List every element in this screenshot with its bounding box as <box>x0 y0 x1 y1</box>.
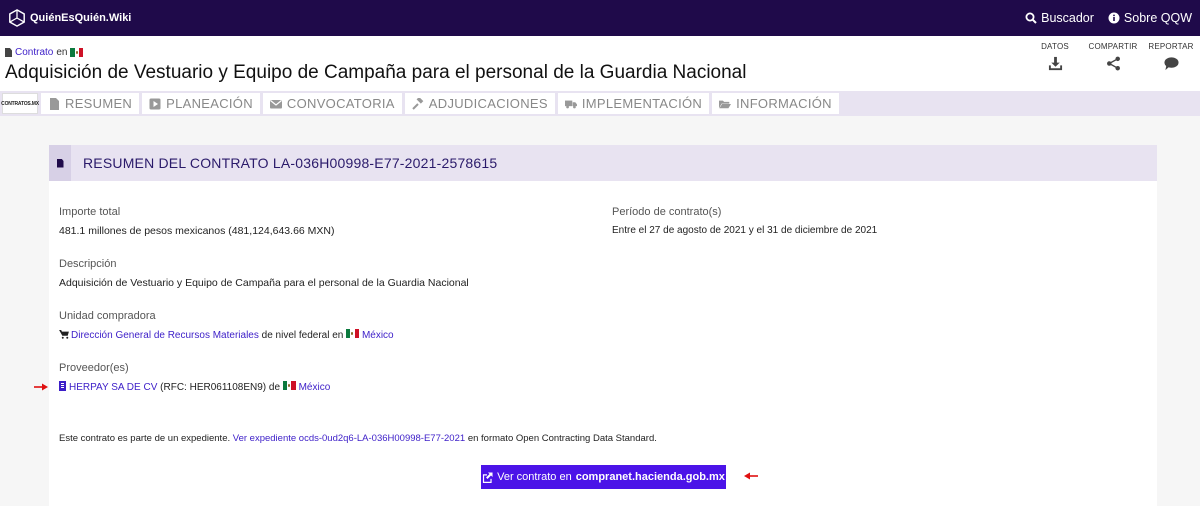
top-nav-links: Buscador Sobre QQW <box>1025 11 1192 25</box>
proveedor-country-link[interactable]: México <box>299 382 331 393</box>
nav-sobre-label: Sobre QQW <box>1123 11 1192 25</box>
unidad-label: Unidad compradora <box>59 310 156 322</box>
contract-header: Contrato en Adquisición de Vestuario y E… <box>0 36 1200 91</box>
summary-card: RESUMEN DEL CONTRATO LA-036H00998-E77-20… <box>49 145 1157 506</box>
contratos-logo-text: CONTRATOS.MX <box>1 100 39 107</box>
datos-label: DATOS <box>1041 42 1069 51</box>
tab-resumen[interactable]: RESUMEN <box>41 93 140 114</box>
brand-logo[interactable]: QuiénEsQuién.Wiki <box>8 9 131 27</box>
descripcion-label: Descripción <box>59 258 117 270</box>
reportar-label: REPORTAR <box>1148 42 1194 51</box>
top-navbar: QuiénEsQuién.Wiki Buscador Sobre QQW <box>0 0 1200 36</box>
tab-implementacion[interactable]: IMPLEMENTACIÓN <box>557 93 710 114</box>
annotation-arrow-left-icon <box>744 472 758 483</box>
header-actions: DATOS COMPARTIR REPORTAR <box>1026 42 1200 71</box>
file-icon <box>49 145 71 181</box>
unidad-link[interactable]: Dirección General de Recursos Materiales <box>71 330 259 341</box>
breadcrumb: Contrato en <box>5 47 84 58</box>
info-icon <box>1108 12 1120 24</box>
truck-icon <box>564 100 577 108</box>
file-icon <box>50 97 59 110</box>
importe-label: Importe total <box>59 206 121 218</box>
summary-card-header: RESUMEN DEL CONTRATO LA-036H00998-E77-20… <box>49 145 1157 181</box>
annotation-arrow-right-icon <box>34 383 48 394</box>
building-icon <box>59 381 66 391</box>
proveedor-value: HERPAY SA DE CV (RFC: HER061108EN9) de M… <box>59 381 330 393</box>
proveedor-rfc: (RFC: HER061108EN9) de <box>160 382 281 393</box>
expediente-link[interactable]: Ver expediente ocds-0ud2q6-LA-036H00998-… <box>233 433 465 444</box>
ver-contrato-button[interactable]: Ver contrato en compranet.hacienda.gob.mx <box>481 465 726 489</box>
reportar-button[interactable]: REPORTAR <box>1142 42 1200 71</box>
tab-adjudicaciones-label: ADJUDICACIONES <box>428 96 548 111</box>
nav-sobre-qqw[interactable]: Sobre QQW <box>1108 11 1192 25</box>
breadcrumb-contrato-link[interactable]: Contrato <box>15 47 53 58</box>
tab-implementacion-label: IMPLEMENTACIÓN <box>581 96 703 111</box>
expediente-suffix: en formato Open Contracting Data Standar… <box>467 433 657 444</box>
section-tabs: CONTRATOS.MX RESUMEN PLANEACIÓN CONVOCAT… <box>0 91 1200 116</box>
tab-convocatoria-label: CONVOCATORIA <box>286 96 395 111</box>
tab-planeacion-label: PLANEACIÓN <box>166 96 253 111</box>
proveedor-link[interactable]: HERPAY SA DE CV <box>69 382 157 393</box>
unidad-country-link[interactable]: México <box>362 330 394 341</box>
tab-planeacion[interactable]: PLANEACIÓN <box>142 93 260 114</box>
mexico-flag-icon <box>282 381 296 390</box>
ver-contrato-domain: compranet.hacienda.gob.mx <box>575 471 725 483</box>
descripcion-value: Adquisición de Vestuario y Equipo de Cam… <box>59 277 469 289</box>
nav-buscador[interactable]: Buscador <box>1025 11 1094 25</box>
download-icon <box>1048 56 1062 71</box>
unidad-value: Dirección General de Recursos Materiales… <box>59 329 394 341</box>
tab-resumen-label: RESUMEN <box>65 96 133 111</box>
importe-value: 481.1 millones de pesos mexicanos (481,1… <box>59 225 335 237</box>
shopping-cart-icon <box>59 330 69 339</box>
compartir-label: COMPARTIR <box>1088 42 1138 51</box>
periodo-value: Entre el 27 de agosto de 2021 y el 31 de… <box>612 225 878 236</box>
hexagon-logo-icon <box>9 9 25 27</box>
mexico-flag-icon <box>70 48 84 57</box>
external-link-icon <box>483 471 493 483</box>
document-icon <box>5 48 12 57</box>
tab-informacion-label: INFORMACIÓN <box>736 96 832 111</box>
mexico-flag-icon <box>346 329 360 338</box>
proveedor-label: Proveedor(es) <box>59 362 129 374</box>
summary-heading: RESUMEN DEL CONTRATO LA-036H00998-E77-20… <box>83 155 498 171</box>
envelope-icon <box>269 99 282 108</box>
search-icon <box>1025 12 1037 24</box>
periodo-label: Período de contrato(s) <box>612 206 722 218</box>
unidad-middle: de nivel federal en <box>261 330 344 341</box>
folder-open-icon <box>719 100 732 108</box>
ver-contrato-prefix: Ver contrato en <box>497 471 572 483</box>
expediente-prefix: Este contrato es parte de un expediente. <box>59 433 231 444</box>
datos-button[interactable]: DATOS <box>1026 42 1084 71</box>
share-icon <box>1106 56 1120 71</box>
gavel-icon <box>412 97 424 110</box>
play-icon <box>149 98 161 109</box>
nav-buscador-label: Buscador <box>1041 11 1094 25</box>
comment-icon <box>1163 57 1179 71</box>
compartir-button[interactable]: COMPARTIR <box>1084 42 1142 71</box>
tab-convocatoria[interactable]: CONVOCATORIA <box>262 93 402 114</box>
tab-informacion[interactable]: INFORMACIÓN <box>712 93 839 114</box>
page-title: Adquisición de Vestuario y Equipo de Cam… <box>5 62 747 83</box>
tab-adjudicaciones[interactable]: ADJUDICACIONES <box>404 93 555 114</box>
contratos-logo[interactable]: CONTRATOS.MX <box>1 93 39 114</box>
breadcrumb-suffix: en <box>56 47 68 58</box>
expediente-line: Este contrato es parte de un expediente.… <box>59 433 657 444</box>
brand-name: QuiénEsQuién.Wiki <box>30 12 132 24</box>
